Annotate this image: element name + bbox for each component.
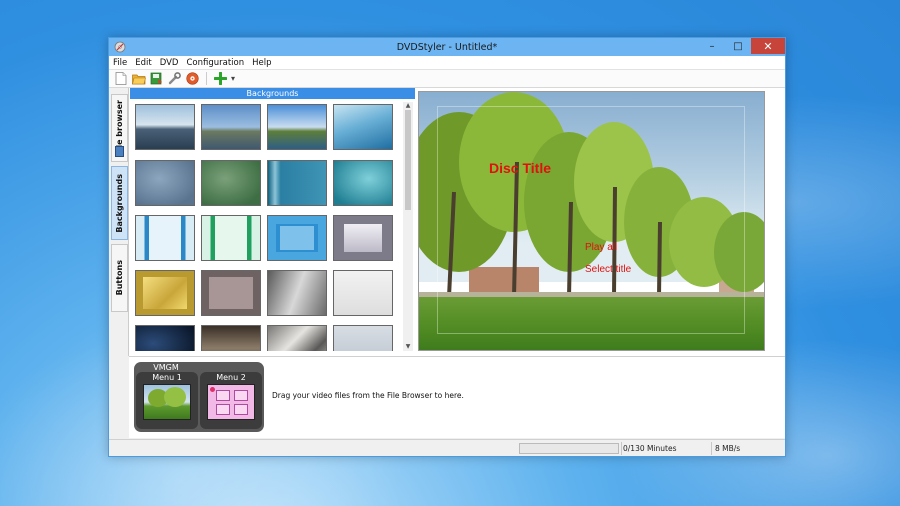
toolbar-separator <box>206 72 207 85</box>
background-thumb[interactable] <box>201 215 261 261</box>
burn-disc-icon[interactable] <box>185 71 200 86</box>
tab-backgrounds[interactable]: Backgrounds <box>111 166 128 240</box>
background-thumb[interactable] <box>201 325 261 351</box>
status-separator <box>621 442 622 455</box>
background-thumb[interactable] <box>333 104 393 150</box>
background-thumb[interactable] <box>135 215 195 261</box>
main-area: File browser Backgrounds Buttons Backgro… <box>109 88 785 356</box>
side-tabs: File browser Backgrounds Buttons <box>109 88 129 356</box>
background-thumb[interactable] <box>201 270 261 316</box>
menu-2-label: Menu 2 <box>216 373 246 382</box>
background-thumb[interactable] <box>267 270 327 316</box>
tab-buttons-label: Buttons <box>115 260 124 296</box>
window-title: DVDStyler - Untitled* <box>396 41 498 53</box>
settings-wrench-icon[interactable] <box>167 71 182 86</box>
status-bar: 0/130 Minutes 8 MB/s <box>109 439 785 456</box>
backgrounds-panel: Backgrounds ▲ ▼ <box>130 88 415 353</box>
menu-1-card[interactable]: Menu 1 <box>136 372 198 429</box>
new-file-icon[interactable] <box>113 71 128 86</box>
background-thumb[interactable] <box>201 160 261 206</box>
panel-title: Backgrounds <box>130 88 415 99</box>
background-thumb[interactable] <box>135 325 195 351</box>
disc-title-text[interactable]: Disc Title <box>489 160 551 176</box>
menu-bar: File Edit DVD Configuration Help <box>109 56 785 70</box>
background-thumb[interactable] <box>267 104 327 150</box>
background-thumb[interactable] <box>135 270 195 316</box>
safe-area-frame <box>437 106 745 334</box>
play-all-button[interactable]: Play all <box>585 242 617 253</box>
drop-hint-text: Drag your video files from the File Brow… <box>272 391 464 400</box>
minutes-status: 0/130 Minutes <box>623 444 677 453</box>
backgrounds-grid <box>134 103 398 351</box>
open-folder-icon[interactable] <box>131 71 146 86</box>
app-window: DVDStyler - Untitled* – □ ✕ File Edit DV… <box>108 37 786 457</box>
add-icon[interactable] <box>213 71 228 86</box>
menu-file[interactable]: File <box>113 58 127 68</box>
titleset-manager: VMGM Menu 1 Menu 2 Drag your video files… <box>129 356 785 438</box>
toolbar: ▾ <box>109 70 785 88</box>
maximize-button[interactable]: □ <box>725 38 751 54</box>
tab-backgrounds-label: Backgrounds <box>115 173 124 233</box>
menu-2-thumbnail <box>207 384 255 420</box>
menu-help[interactable]: Help <box>252 58 271 68</box>
menu-1-thumbnail <box>143 384 191 420</box>
background-thumb[interactable] <box>333 270 393 316</box>
app-disc-icon <box>114 41 126 53</box>
menu-2-card[interactable]: Menu 2 <box>200 372 262 429</box>
disc-usage-progress <box>519 443 619 454</box>
vmgm-label: VMGM <box>153 363 179 372</box>
scroll-thumb[interactable] <box>405 110 411 210</box>
menu-configuration[interactable]: Configuration <box>186 58 244 68</box>
backgrounds-scrollbar[interactable]: ▲ ▼ <box>403 102 413 351</box>
scroll-down-arrow-icon[interactable]: ▼ <box>403 343 413 351</box>
menu-edit[interactable]: Edit <box>135 58 151 68</box>
scroll-up-arrow-icon[interactable]: ▲ <box>403 102 413 110</box>
minimize-button[interactable]: – <box>699 38 725 54</box>
menu-dvd[interactable]: DVD <box>160 58 179 68</box>
title-bar: DVDStyler - Untitled* – □ ✕ <box>109 38 785 56</box>
rate-status: 8 MB/s <box>715 444 741 453</box>
window-controls: – □ ✕ <box>699 38 785 54</box>
background-thumb[interactable] <box>201 104 261 150</box>
background-thumb[interactable] <box>267 325 327 351</box>
background-thumb[interactable] <box>267 215 327 261</box>
file-browser-book-icon <box>115 146 124 157</box>
background-thumb[interactable] <box>333 215 393 261</box>
close-button[interactable]: ✕ <box>751 38 785 54</box>
background-thumb[interactable] <box>267 160 327 206</box>
vmgm-group: VMGM Menu 1 Menu 2 <box>134 362 264 432</box>
background-thumb[interactable] <box>135 160 195 206</box>
background-thumb[interactable] <box>333 325 393 351</box>
background-thumb[interactable] <box>135 104 195 150</box>
tab-buttons[interactable]: Buttons <box>111 244 128 312</box>
select-title-button[interactable]: Select title <box>585 264 631 275</box>
save-icon[interactable] <box>149 71 164 86</box>
menu-preview[interactable]: Disc Title Play all Select title <box>418 91 765 351</box>
menu-1-label: Menu 1 <box>152 373 182 382</box>
status-separator <box>711 442 712 455</box>
add-dropdown-arrow-icon[interactable]: ▾ <box>231 74 235 83</box>
background-thumb[interactable] <box>333 160 393 206</box>
